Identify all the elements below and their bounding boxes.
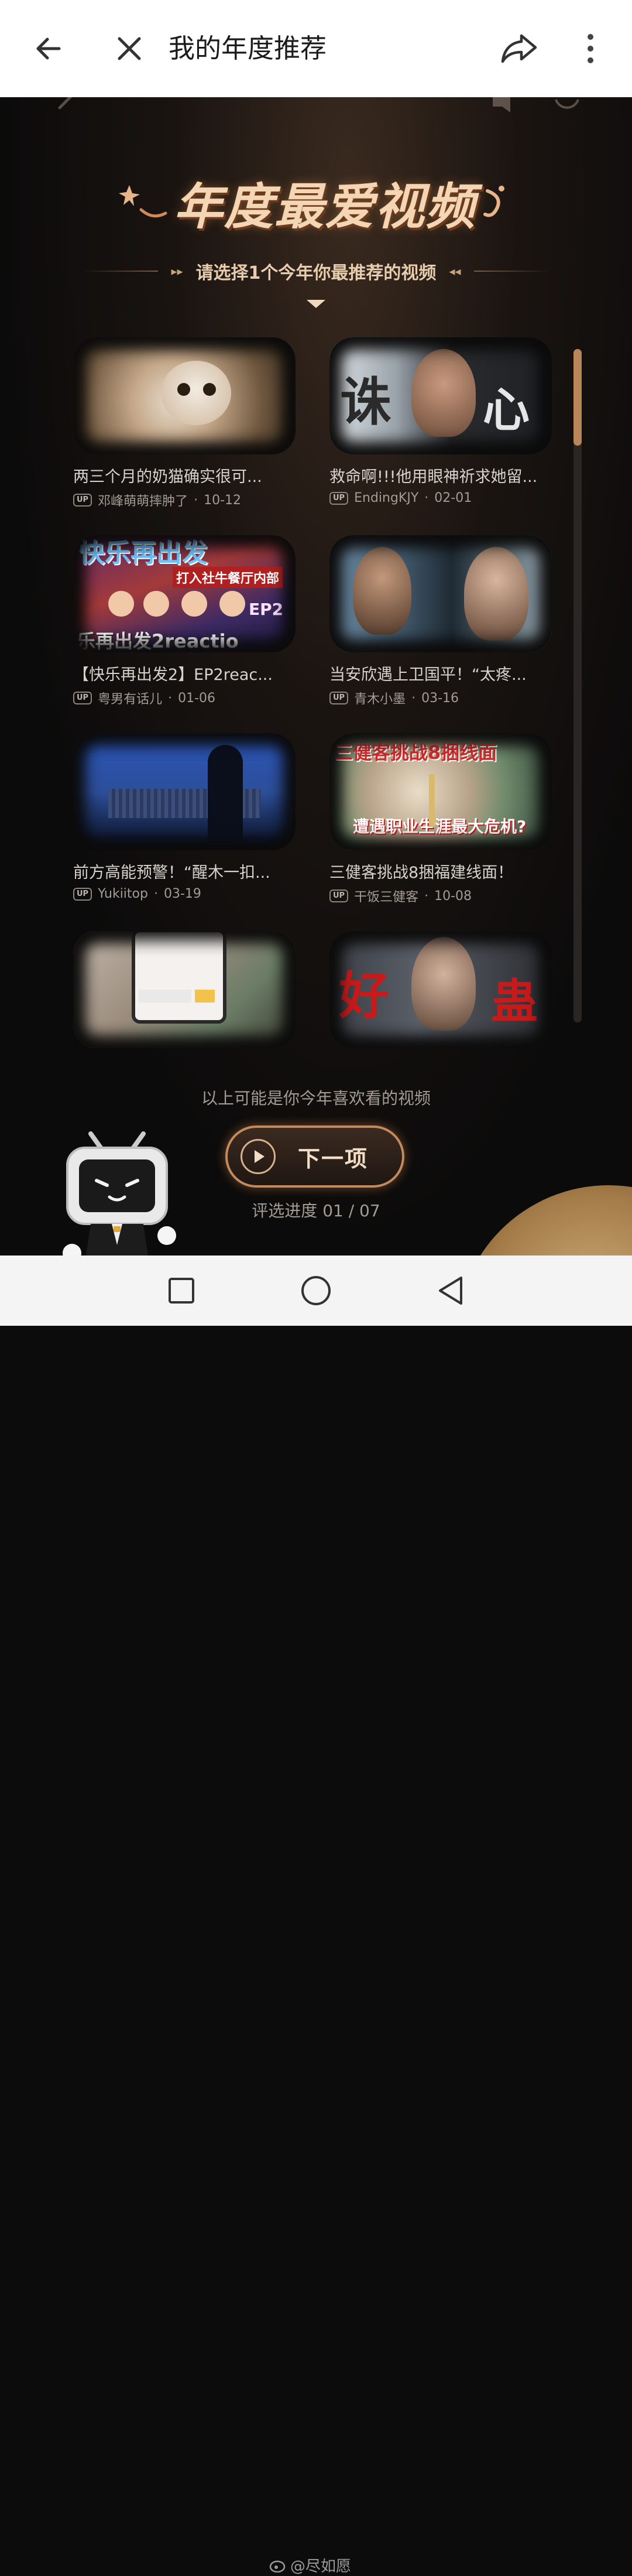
meta-separator: · [168,690,173,706]
video-date: 01-06 [178,690,216,706]
video-title: 救命啊!!!他用眼神祈求她留... [329,468,538,486]
chevron-left-icon: ◂◂ [449,264,461,278]
subtitle: 请选择1个今年你最推荐的视频 [195,263,437,283]
meta-separator: · [194,492,198,508]
back-arrow-icon[interactable] [22,22,75,75]
video-thumbnail[interactable]: 快乐再出发 打入社牛餐厅内部 EP2 乐再出发2reactio [73,535,296,652]
video-author: 邓峰萌萌摔肿了 [98,494,188,509]
divider-line [82,271,159,272]
watermark: @尽如愿 [269,2554,351,2576]
banner-title: 年度最爱视频 [88,156,544,249]
video-author: 粤男有话儿 [98,692,163,707]
video-thumbnail[interactable] [73,931,296,1048]
app-bar: 我的年度推荐 [0,0,632,97]
video-date: 02-01 [434,491,472,505]
meta-separator: · [424,888,429,904]
back-triangle-icon[interactable] [427,1267,474,1314]
video-card[interactable]: 快乐再出发 打入社牛餐厅内部 EP2 乐再出发2reactio 【快乐再出发2】… [73,535,296,707]
up-badge: UP [73,494,92,507]
chevron-right-icon: ▸▸ [171,264,183,278]
video-card[interactable]: 好 蛊 [329,931,552,1048]
share-icon[interactable] [493,22,545,75]
video-title: 三健客挑战8捆福建线面！ [329,864,514,882]
video-date: 03-19 [163,887,201,901]
video-meta: UP 干饭三健客 · 10-08 [329,887,552,905]
divider-line [473,271,550,272]
video-thumbnail[interactable] [73,337,296,454]
video-author: 青木小墨 [354,692,406,707]
video-thumbnail[interactable] [329,535,552,652]
video-card[interactable]: 两三个月的奶猫确实很可... UP 邓峰萌萌摔肿了 · 10-12 [73,337,296,509]
close-icon[interactable] [103,22,156,75]
meta-separator: · [411,690,416,706]
sparkle-icon [118,185,167,218]
swirl-icon [483,186,504,217]
video-meta: UP 青木小墨 · 03-16 [329,689,552,707]
page-title: 我的年度推荐 [169,33,327,64]
up-badge: UP [329,890,349,902]
video-date: 10-12 [204,492,242,508]
next-button-label: 下一项 [298,1145,369,1172]
video-meta: UP 邓峰萌萌摔肿了 · 10-12 [73,491,296,509]
progress-text: 评选进度 01 / 07 [252,1201,380,1220]
video-title: 两三个月的奶猫确实很可... [73,468,262,486]
video-title: 【快乐再出发2】EP2reac... [73,666,273,684]
video-meta: UP EndingKJY · 02-01 [329,491,552,505]
video-author: Yukiitop [98,887,148,901]
recents-square-icon[interactable] [158,1267,205,1314]
tv-mascot [56,1128,181,1255]
scrollbar-thumb[interactable] [573,349,582,446]
video-thumbnail[interactable]: 诛 心 [329,337,552,454]
video-card[interactable]: 诛 心 救命啊!!!他用眼神祈求她留... UP EndingKJY · 02-01 [329,337,552,505]
main-content: 年度最爱视频 ▸▸ 请选择1个今年你最推荐的视频 ◂◂ 两三个月的奶猫确实很可.… [0,97,632,1255]
meta-separator: · [424,491,429,505]
video-meta: UP 粤男有话儿 · 01-06 [73,689,296,707]
video-date: 10-08 [434,888,472,904]
system-nav-bar: @尽如愿 [0,1255,632,2575]
up-badge: UP [329,692,349,704]
video-card[interactable]: 三健客挑战8捆线面 遭遇职业生涯最大危机? 三健客挑战8捆福建线面！ UP 干饭… [329,733,552,905]
up-badge: UP [329,491,349,505]
video-title: 前方高能预警！“醒木一扣... [73,864,270,882]
sound-icon[interactable] [490,97,520,117]
video-thumbnail[interactable]: 好 蛊 [329,931,552,1048]
video-card[interactable] [73,931,296,1048]
more-vertical-icon[interactable] [564,22,617,75]
hint-text: 以上可能是你今年喜欢看的视频 [201,1089,431,1108]
meta-separator: · [153,887,158,901]
play-icon [241,1139,276,1174]
next-button[interactable]: 下一项 [225,1125,404,1188]
weibo-icon [269,2560,286,2572]
scrollbar[interactable] [573,349,582,1022]
video-title: 当安欣遇上卫国平！“太疼... [329,666,527,684]
subtitle-row: ▸▸ 请选择1个今年你最推荐的视频 ◂◂ [82,256,550,286]
triangle-down-icon [307,300,325,308]
back-chevron-icon[interactable] [54,97,77,121]
up-badge: UP [73,692,92,704]
replay-icon[interactable] [552,97,582,117]
video-thumbnail[interactable] [73,733,296,850]
home-circle-icon[interactable] [293,1267,339,1314]
video-meta: UP Yukiitop · 03-19 [73,887,296,901]
video-author: 干饭三健客 [354,890,419,905]
video-thumbnail[interactable]: 三健客挑战8捆线面 遭遇职业生涯最大危机? [329,733,552,850]
video-card[interactable]: 当安欣遇上卫国平！“太疼... UP 青木小墨 · 03-16 [329,535,552,707]
video-card[interactable]: 前方高能预警！“醒木一扣... UP Yukiitop · 03-19 [73,733,296,901]
video-date: 03-16 [421,690,459,706]
up-badge: UP [73,887,92,901]
video-author: EndingKJY [354,491,419,505]
watermark-text: @尽如愿 [290,2558,352,2575]
